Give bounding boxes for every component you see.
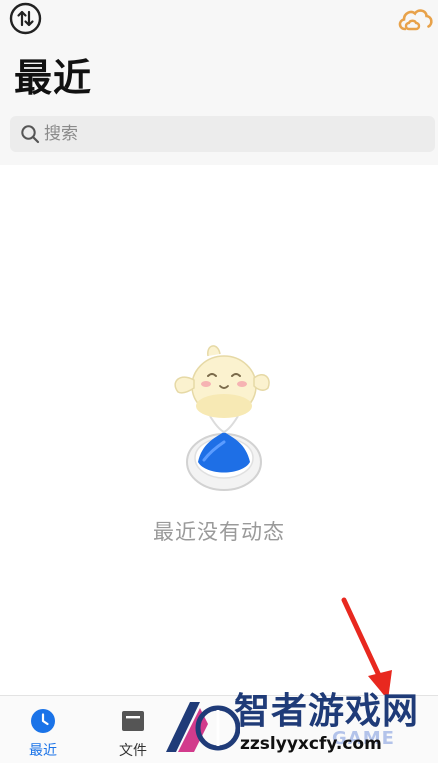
search-bar[interactable] (10, 116, 435, 152)
nav-item-recent[interactable]: 最近 (8, 696, 78, 763)
clock-icon (31, 709, 55, 733)
hourglass-mascot-illustration (174, 345, 270, 491)
red-arrow-annotation (341, 597, 392, 700)
search-icon (21, 125, 40, 144)
sort-arrows-circle-icon[interactable] (9, 2, 42, 35)
page-title: 最近 (14, 56, 93, 100)
nav-label-recent: 最近 (29, 743, 57, 759)
bottom-nav: 最近 文件 (0, 695, 438, 763)
nav-label-files: 文件 (119, 743, 147, 759)
folder-icon (122, 711, 144, 731)
empty-state-message: 最近没有动态 (153, 520, 285, 544)
cloud-icon[interactable] (396, 4, 434, 34)
search-input[interactable] (44, 116, 414, 152)
nav-item-files[interactable]: 文件 (98, 696, 168, 763)
header: 最近 (0, 0, 438, 165)
